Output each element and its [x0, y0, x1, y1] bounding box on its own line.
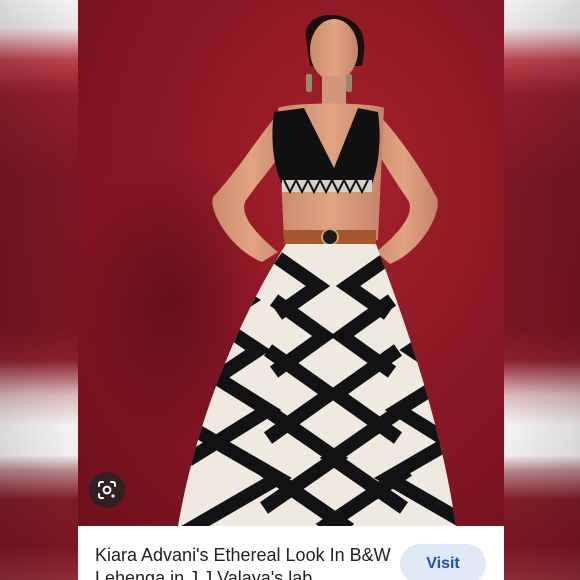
google-lens-button[interactable]	[89, 472, 125, 508]
visit-button[interactable]: Visit	[400, 544, 486, 580]
result-title[interactable]: Kiara Advani's Ethereal Look In B&W Lehe…	[95, 544, 395, 580]
result-photo[interactable]	[78, 0, 504, 526]
photo-illustration	[78, 14, 456, 526]
google-lens-icon	[98, 481, 116, 499]
result-caption: Kiara Advani's Ethereal Look In B&W Lehe…	[78, 526, 504, 580]
image-result-card[interactable]: Kiara Advani's Ethereal Look In B&W Lehe…	[78, 0, 504, 580]
image-viewer: Kiara Advani's Ethereal Look In B&W Lehe…	[0, 0, 580, 580]
